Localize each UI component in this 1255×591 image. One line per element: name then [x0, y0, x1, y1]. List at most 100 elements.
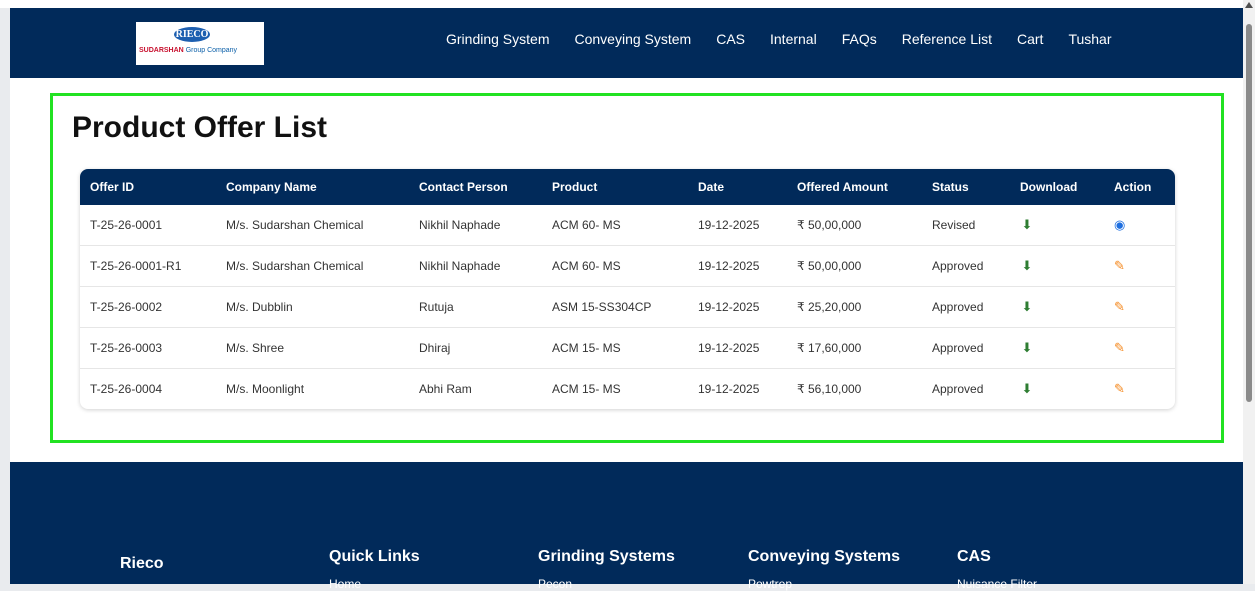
download-icon[interactable]: ⬇: [1020, 217, 1034, 233]
cell-amount: ₹ 50,00,000: [787, 205, 922, 246]
header-date: Date: [688, 169, 787, 205]
cell-contact: Dhiraj: [409, 327, 542, 369]
download-icon[interactable]: ⬇: [1020, 340, 1034, 356]
cell-offer-id: T-25-26-0002: [80, 286, 216, 328]
table-row: T-25-26-0001-R1 M/s. Sudarshan Chemical …: [80, 245, 1175, 287]
logo-brand-text: SUDARSHAN Group Company: [139, 47, 237, 54]
cell-company: M/s. Dubblin: [216, 286, 409, 328]
table-row: T-25-26-0003 M/s. Shree Dhiraj ACM 15- M…: [80, 327, 1175, 369]
cell-download: ⬇: [1010, 245, 1104, 287]
cell-offer-id: T-25-26-0001: [80, 205, 216, 246]
logo-brand-suffix: Group Company: [185, 47, 238, 54]
site-footer: Rieco Quick Links Home Grinding Systems …: [10, 462, 1243, 591]
footer-link[interactable]: Home: [329, 577, 420, 591]
cell-amount: ₹ 25,20,000: [787, 286, 922, 328]
nav-item-reference-list[interactable]: Reference List: [902, 31, 992, 47]
footer-col-grinding-systems: Grinding Systems Pecon: [538, 548, 675, 591]
cell-date: 19-12-2025: [688, 245, 787, 287]
nav-item-cas[interactable]: CAS: [716, 31, 745, 47]
cell-contact: Rutuja: [409, 286, 542, 328]
nav-item-faqs[interactable]: FAQs: [842, 31, 877, 47]
offer-table-card: Offer ID Company Name Contact Person Pro…: [80, 169, 1175, 409]
cell-action: ✎: [1104, 286, 1175, 328]
header-action: Action: [1104, 169, 1175, 205]
cell-status: Revised: [922, 205, 1010, 246]
download-icon[interactable]: ⬇: [1020, 258, 1034, 274]
cell-date: 19-12-2025: [688, 286, 787, 328]
nav-item-cart[interactable]: Cart: [1017, 31, 1043, 47]
cell-product: ACM 60- MS: [542, 205, 688, 246]
company-logo[interactable]: RIECO SUDARSHAN Group Company: [136, 22, 264, 65]
nav-item-internal[interactable]: Internal: [770, 31, 817, 47]
footer-heading: Conveying Systems: [748, 548, 901, 565]
cell-status: Approved: [922, 327, 1010, 369]
cell-product: ACM 15- MS: [542, 327, 688, 369]
edit-icon[interactable]: ✎: [1114, 299, 1125, 314]
scrollbar-thumb[interactable]: [1246, 24, 1252, 402]
cell-date: 19-12-2025: [698, 382, 760, 396]
table-row: T-25-26-0004 M/s. Moonlight Abhi Ram ACM…: [80, 369, 1175, 410]
offer-table: Offer ID Company Name Contact Person Pro…: [80, 169, 1175, 409]
footer-heading: Grinding Systems: [538, 548, 675, 565]
footer-link[interactable]: Pecon: [538, 577, 675, 591]
eye-icon[interactable]: ◉: [1114, 217, 1125, 232]
nav-menu: Grinding System Conveying System CAS Int…: [446, 31, 1137, 47]
footer-link[interactable]: Powtrep: [748, 577, 900, 591]
header-contact-person: Contact Person: [409, 169, 542, 205]
edit-icon[interactable]: ✎: [1114, 340, 1125, 355]
cell-download: ⬇: [1010, 205, 1104, 246]
cell-company: M/s. Moonlight: [226, 382, 305, 396]
cell-action: ◉: [1104, 205, 1175, 246]
header-product: Product: [542, 169, 688, 205]
cell-date: 19-12-2025: [688, 327, 787, 369]
footer-link[interactable]: Nuisance Filter: [957, 577, 1037, 591]
logo-mark: RIECO: [174, 27, 210, 42]
logo-brand-name: SUDARSHAN: [139, 47, 184, 54]
footer-col-cas: CAS Nuisance Filter: [957, 548, 1037, 591]
cell-offer-id: T-25-26-0004: [90, 382, 163, 396]
header-company-name: Company Name: [216, 169, 409, 205]
cell-contact: Nikhil Naphade: [409, 245, 542, 287]
cell-contact: Abhi Ram: [419, 382, 472, 396]
cell-offer-id: T-25-26-0001-R1: [80, 245, 216, 287]
vertical-scrollbar[interactable]: [1243, 0, 1255, 584]
cell-product: ASM 15-SS304CP: [542, 286, 688, 328]
cell-company: M/s. Sudarshan Chemical: [216, 245, 409, 287]
top-navbar: RIECO SUDARSHAN Group Company Grinding S…: [10, 8, 1243, 78]
table-header-row: Offer ID Company Name Contact Person Pro…: [80, 169, 1175, 205]
footer-brand: Rieco: [120, 555, 164, 572]
cell-status: Approved: [922, 286, 1010, 328]
download-icon[interactable]: ⬇: [1020, 381, 1034, 397]
table-row: T-25-26-0002 M/s. Dubblin Rutuja ASM 15-…: [80, 286, 1175, 328]
cell-company: M/s. Sudarshan Chemical: [216, 205, 409, 246]
footer-heading: Quick Links: [329, 548, 420, 565]
nav-item-conveying-system[interactable]: Conveying System: [574, 31, 691, 47]
header-download: Download: [1010, 169, 1104, 205]
edit-icon[interactable]: ✎: [1114, 381, 1125, 396]
cell-contact: Nikhil Naphade: [409, 205, 542, 246]
cell-amount: ₹ 56,10,000: [797, 382, 862, 396]
cell-status: Approved: [932, 382, 984, 396]
nav-item-grinding-system[interactable]: Grinding System: [446, 31, 549, 47]
nav-item-user[interactable]: Tushar: [1068, 31, 1111, 47]
cell-company: M/s. Shree: [216, 327, 409, 369]
cell-action: ✎: [1104, 369, 1175, 410]
header-status: Status: [922, 169, 1010, 205]
download-icon[interactable]: ⬇: [1020, 299, 1034, 315]
edit-icon[interactable]: ✎: [1114, 258, 1125, 273]
cell-date: 19-12-2025: [688, 205, 787, 246]
cell-amount: ₹ 17,60,000: [787, 327, 922, 369]
browser-top-edge: [0, 0, 1243, 8]
footer-col-quick-links: Quick Links Home: [329, 548, 420, 591]
footer-col-conveying-systems: Conveying Systems Powtrep: [748, 548, 900, 591]
cell-offer-id: T-25-26-0003: [80, 327, 216, 369]
cell-action: ✎: [1104, 327, 1175, 369]
cell-download: ⬇: [1010, 327, 1104, 369]
header-offered-amount: Offered Amount: [787, 169, 922, 205]
scroll-up-arrow-icon[interactable]: [1245, 2, 1253, 8]
header-offer-id: Offer ID: [80, 169, 216, 205]
cell-action: ✎: [1104, 245, 1175, 287]
cell-download: ⬇: [1010, 286, 1104, 328]
main-content: Product Offer List Offer ID Company Name…: [10, 78, 1243, 462]
cell-download: ⬇: [1010, 369, 1104, 410]
